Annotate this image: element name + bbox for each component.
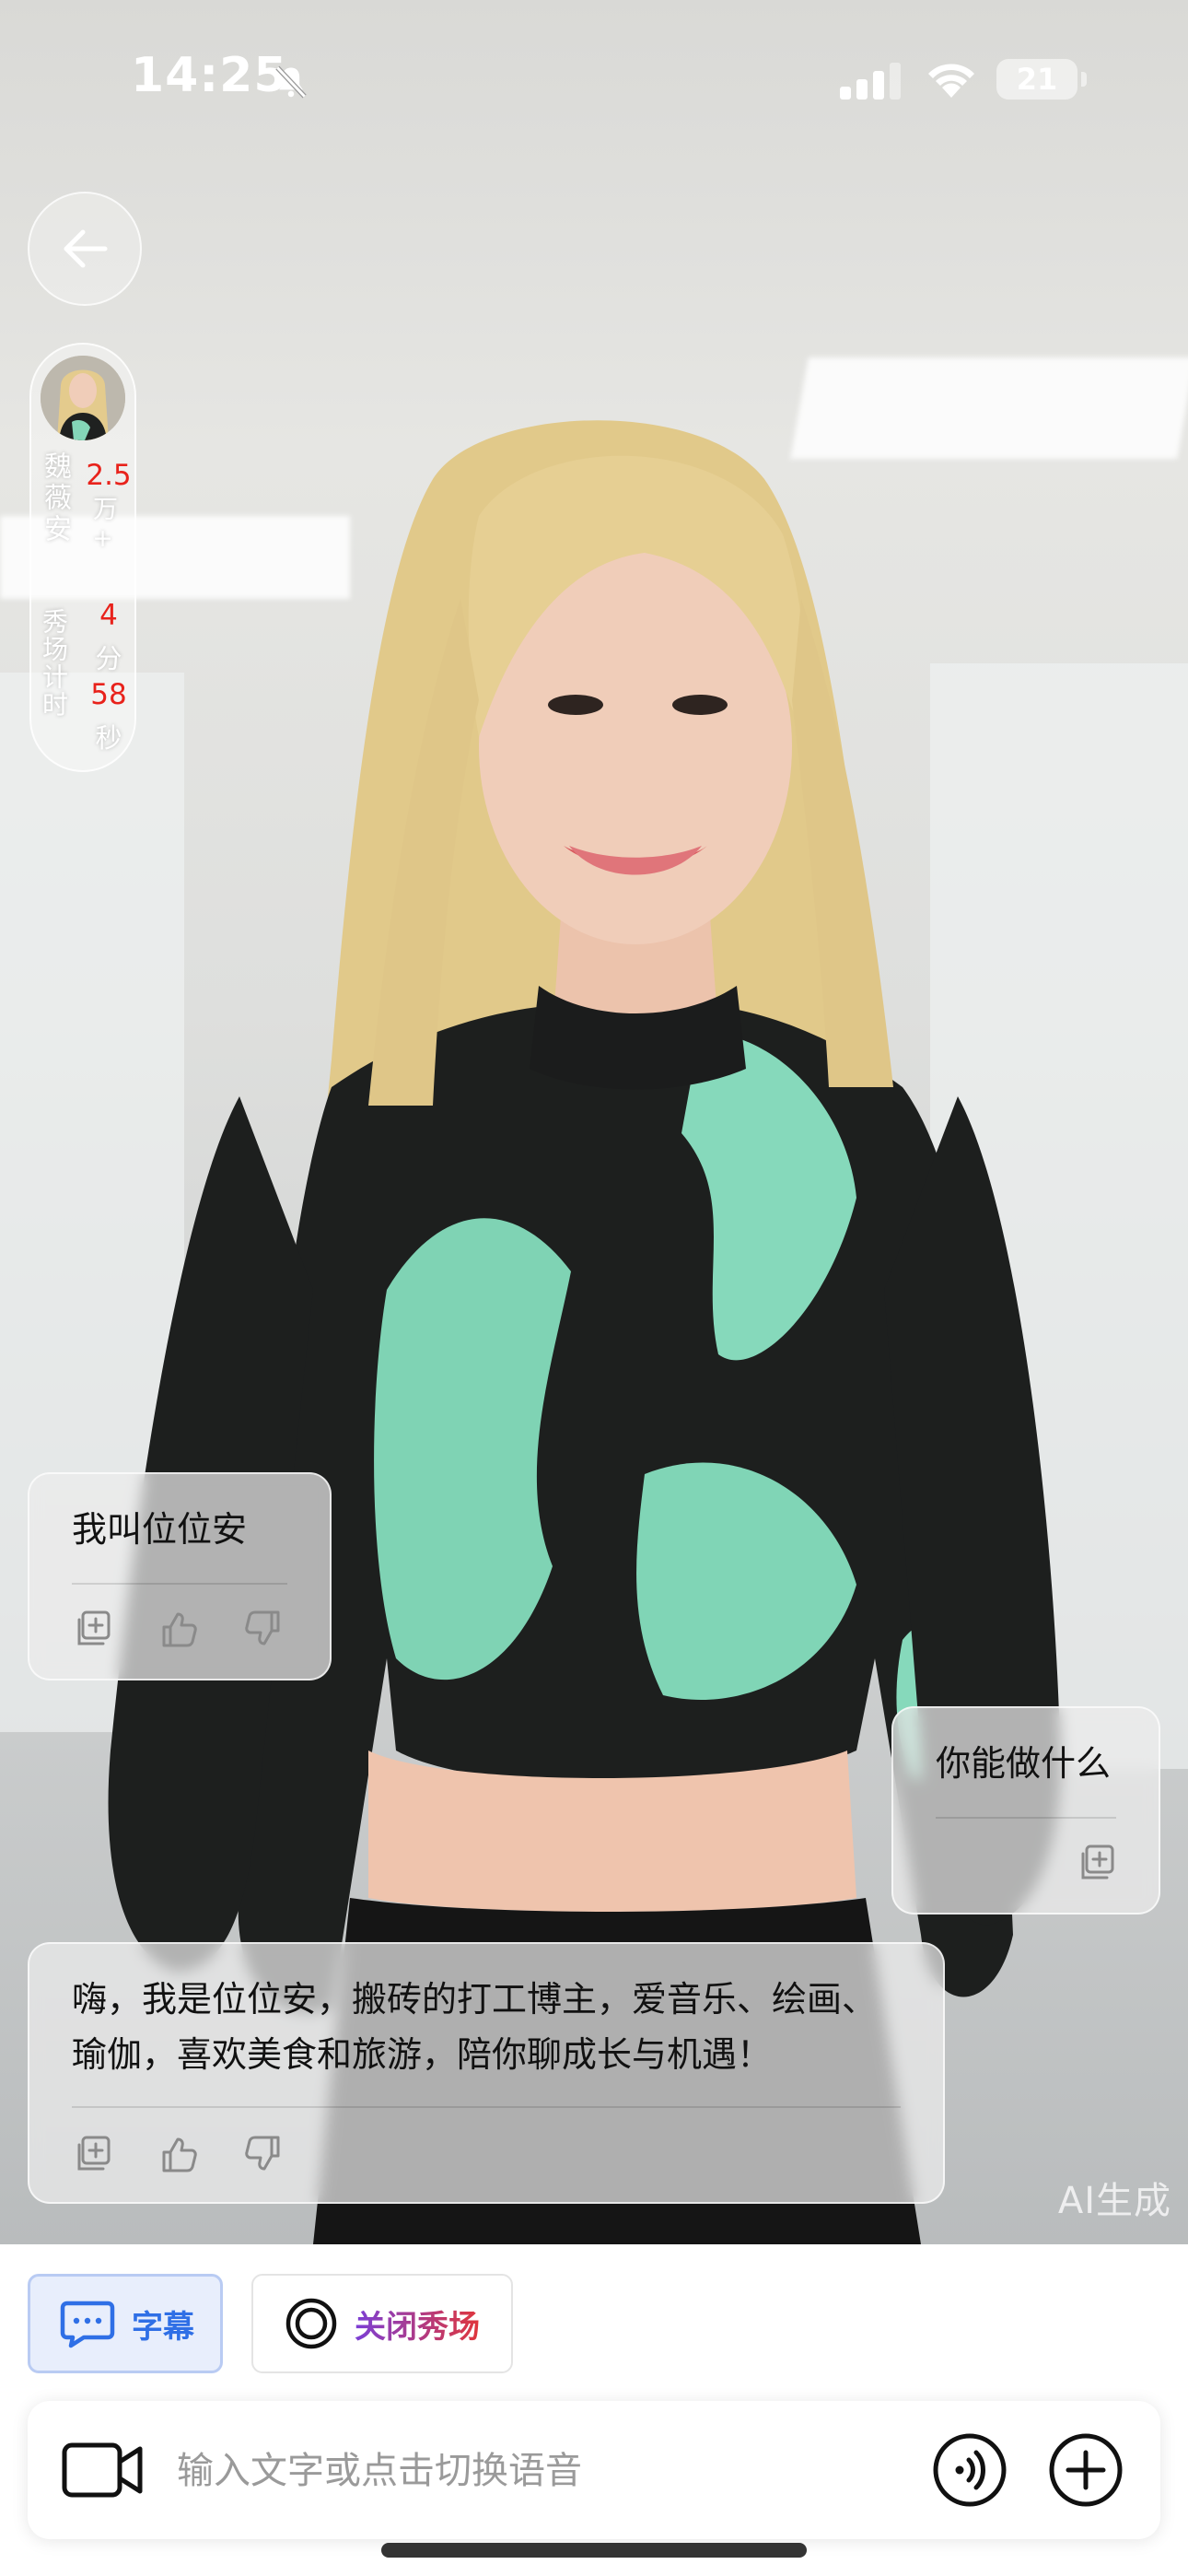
chat-message-ai: 嗨，我是位位安，搬砖的打工博主，爱音乐、绘画、瑜伽，喜欢美食和旅游，陪你聊成长与… [28,1942,945,2204]
copy-icon[interactable] [74,2134,114,2174]
close-show-label: 关闭秀场 [355,2301,480,2347]
copy-icon[interactable] [1077,1843,1118,1883]
host-name: 魏薇安 [39,451,71,545]
ai-generated-watermark: AI生成 [1057,2180,1171,2222]
screen: AI生成 14:25 21 魏薇安 2.5 万+ 秀场计时 4 分 58 秒 我… [0,0,1188,2576]
thumbs-down-icon[interactable] [243,1609,284,1649]
message-text: 我叫位位安 [72,1509,248,1550]
arrow-left-icon [64,229,108,268]
cellular-signal-icon [840,63,901,100]
bell-slash-icon [275,65,307,99]
host-info-panel[interactable]: 魏薇安 2.5 万+ 秀场计时 4 分 58 秒 [29,343,136,772]
subtitle-toggle-label: 字幕 [132,2308,194,2346]
battery-indicator: 21 [996,59,1077,100]
chat-message-ai: 我叫位位安 [28,1472,332,1680]
message-divider [72,2106,901,2108]
copy-icon[interactable] [74,1609,114,1649]
wifi-icon [928,64,974,98]
plus-circle-icon[interactable] [1048,2432,1124,2508]
status-bar: 14:25 21 [0,0,1188,157]
voice-wave-icon[interactable] [932,2432,1007,2508]
battery-tip [1081,72,1087,87]
status-time: 14:25 [131,48,288,103]
thumbs-up-icon[interactable] [158,1609,199,1649]
show-timer-seconds-unit: 秒 [95,722,122,754]
host-followers-value: 2.5 [86,459,132,492]
chat-bubble-icon [60,2301,115,2348]
host-avatar[interactable] [41,356,125,440]
ring-icon [285,2298,337,2349]
message-input-bar [28,2401,1160,2539]
thumbs-down-icon[interactable] [243,2134,284,2174]
show-timer-minutes-unit: 分 [95,643,122,674]
show-timer-minutes: 4 [99,599,118,632]
message-input[interactable] [175,2442,934,2500]
message-text: 你能做什么 [936,1743,1112,1784]
bottom-toolbar: 字幕 关闭秀场 [0,2244,1188,2576]
subtitle-toggle-button[interactable]: 字幕 [28,2274,223,2373]
avatar-image [41,356,125,440]
message-text: 嗨，我是位位安，搬砖的打工博主，爱音乐、绘画、瑜伽，喜欢美食和旅游，陪你聊成长与… [72,1979,878,2075]
chat-message-user: 你能做什么 [891,1706,1160,1914]
message-divider [936,1817,1116,1819]
close-show-button[interactable]: 关闭秀场 [251,2274,513,2373]
thumbs-up-icon[interactable] [158,2134,199,2174]
show-timer-seconds: 58 [90,678,127,711]
show-timer-label: 秀场计时 [39,608,69,719]
video-camera-icon[interactable] [61,2440,146,2500]
back-button[interactable] [28,192,142,306]
message-divider [72,1583,287,1585]
host-followers-unit: 万+ [88,496,117,556]
home-indicator [381,2543,807,2558]
